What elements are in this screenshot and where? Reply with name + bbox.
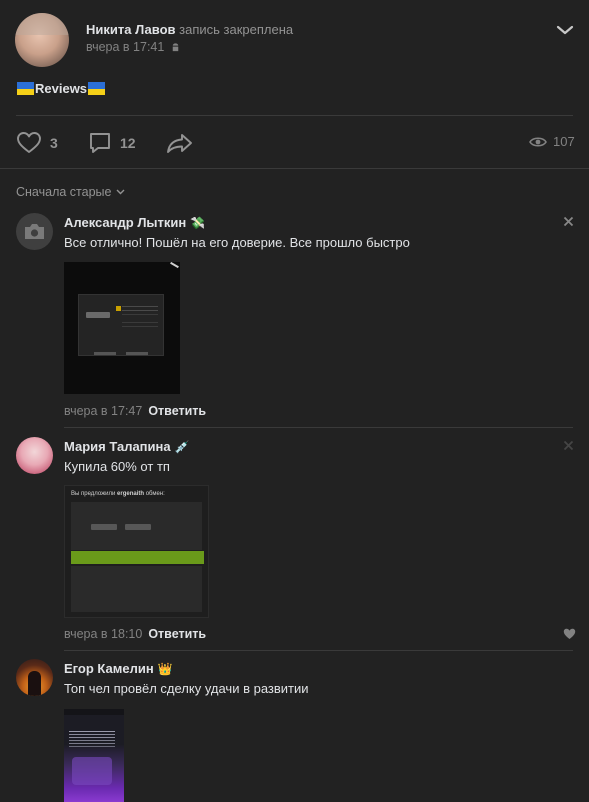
comment-2-like-heart-icon[interactable] (563, 628, 576, 640)
views-count: 107 (553, 134, 575, 149)
comment-divider-2 (64, 650, 573, 651)
avatar-silhouette (28, 671, 41, 696)
comments-button[interactable]: 12 (88, 131, 136, 155)
screenshot-title: Вы предложили ergenaith обмен: (71, 491, 165, 497)
comment-2-meta: вчера в 18:10 Ответить (64, 627, 206, 641)
post-time[interactable]: вчера в 17:41 (86, 40, 181, 54)
eye-icon (529, 135, 547, 149)
weapon-left (91, 524, 117, 530)
comment-2-author[interactable]: Мария Талапина 💉 (64, 439, 190, 454)
ukraine-flag-left (17, 82, 34, 95)
comment-2-close-icon[interactable] (563, 440, 574, 451)
camera-placeholder-icon (23, 222, 46, 241)
accept-button-right (126, 352, 148, 355)
post-text: Reviews (17, 81, 106, 96)
post-divider-bottom (0, 168, 589, 169)
text-lines (122, 306, 158, 307)
comment-1-text: Все отлично! Пошёл на его доверие. Все п… (64, 235, 410, 250)
comment-3-attachment[interactable] (64, 709, 124, 802)
android-icon (170, 42, 181, 53)
avatar-hair (15, 13, 69, 35)
comment-2-attachment[interactable]: Вы предложили ergenaith обмен: (64, 485, 209, 618)
comment-3-text: Топ чел провёл сделку удачи в развитии (64, 681, 309, 696)
accept-button-left (94, 352, 116, 355)
item-icon (116, 306, 121, 311)
weapon-right (125, 524, 151, 530)
comment-1-close-icon[interactable] (563, 216, 574, 227)
comment-1-attachment[interactable] (64, 262, 180, 394)
sort-label: Сначала старые (16, 185, 112, 199)
money-badge: 💸 (190, 215, 206, 230)
phone-status-bar (64, 709, 124, 715)
heart-icon (16, 131, 42, 155)
weapon-image (86, 312, 110, 318)
blurred-area (72, 757, 112, 785)
comment-2-avatar[interactable] (16, 437, 53, 474)
comment-divider-1 (64, 427, 573, 428)
comment-2-text: Купила 60% от тп (64, 459, 170, 474)
syringe-badge: 💉 (174, 439, 190, 454)
comment-1-time[interactable]: вчера в 17:47 (64, 404, 142, 418)
post-divider-top (16, 115, 573, 116)
comment-1-author[interactable]: Александр Лыткин 💸 (64, 215, 205, 230)
post-author-name[interactable]: Никита Лавов запись закреплена (86, 22, 293, 37)
like-count: 3 (50, 135, 58, 151)
share-arrow-icon (166, 131, 194, 155)
post-author-avatar[interactable] (15, 13, 69, 67)
comment-bubble-icon (88, 131, 112, 155)
comment-1-reply-button[interactable]: Ответить (148, 404, 206, 418)
comment-1-avatar[interactable] (16, 213, 53, 250)
corner-arrow (170, 262, 179, 269)
post-action-text: запись закреплена (179, 22, 294, 37)
comment-1-meta: вчера в 17:47 Ответить (64, 404, 206, 418)
comment-2-reply-button[interactable]: Ответить (148, 627, 206, 641)
comment-2-time[interactable]: вчера в 18:10 (64, 627, 142, 641)
crown-badge: 👑 (157, 661, 173, 676)
sort-dropdown[interactable]: Сначала старые (16, 185, 125, 199)
message-lines (69, 731, 115, 732)
comment-3-avatar[interactable] (16, 659, 53, 696)
comment-3-author[interactable]: Егор Камелин 👑 (64, 661, 173, 676)
chevron-down-icon (116, 189, 125, 195)
comment-count: 12 (120, 135, 136, 151)
like-button[interactable]: 3 (16, 131, 58, 155)
share-button[interactable] (166, 131, 194, 155)
views-counter: 107 (529, 134, 575, 149)
post-menu-chevron-icon[interactable] (556, 24, 574, 36)
ukraine-flag-right (88, 82, 106, 95)
received-panel (71, 566, 202, 612)
green-status-bar (71, 551, 204, 564)
trade-window (78, 294, 164, 356)
